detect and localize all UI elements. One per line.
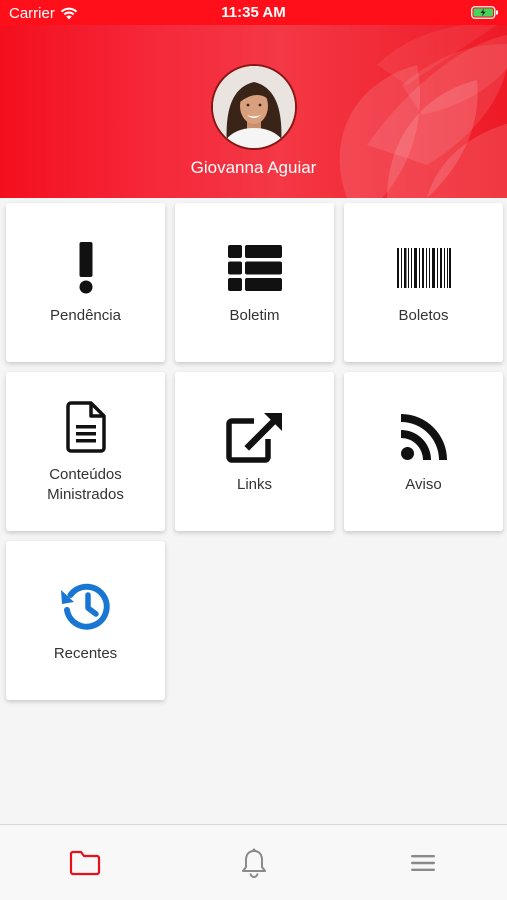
- menu-card-label: Aviso: [405, 475, 442, 493]
- bottom-nav: [0, 824, 507, 900]
- folder-icon: [69, 850, 100, 875]
- menu-card-pendencia[interactable]: Pendência: [6, 203, 165, 362]
- battery-charging-icon: [471, 6, 499, 24]
- status-time: 11:35 AM: [221, 4, 286, 21]
- app-screen: Carrier 11:35 AM Giovanna Aguiar Pendênc…: [0, 0, 507, 900]
- menu-card-boletim[interactable]: Boletim: [175, 203, 334, 362]
- menu-card-recentes[interactable]: Recentes: [6, 541, 165, 700]
- user-name: Giovanna Aguiar: [190, 158, 317, 177]
- menu-card-label: Links: [236, 475, 273, 493]
- grid-list-icon: [227, 240, 282, 296]
- nav-menu[interactable]: [393, 843, 453, 883]
- menu-card-label: Conteúdos Ministrados: [47, 465, 124, 503]
- status-bar: Carrier 11:35 AM: [0, 0, 507, 25]
- history-icon: [60, 578, 112, 634]
- nav-folder[interactable]: [55, 843, 115, 883]
- exclamation-icon: [76, 240, 96, 296]
- profile-header: Giovanna Aguiar: [0, 25, 507, 198]
- menu-card-label: Pendência: [50, 306, 121, 324]
- avatar[interactable]: [211, 64, 297, 150]
- menu-card-label: Boletim: [229, 306, 280, 324]
- menu-card-boletos[interactable]: Boletos: [344, 203, 503, 362]
- external-link-icon: [225, 409, 284, 465]
- bell-icon: [241, 848, 266, 878]
- menu-grid: Pendência Boletim Boletos Conteúdos Mini…: [6, 203, 503, 700]
- nav-notifications[interactable]: [224, 843, 284, 883]
- menu-card-links[interactable]: Links: [175, 372, 334, 531]
- menu-card-conteudos-ministrados[interactable]: Conteúdos Ministrados: [6, 372, 165, 531]
- menu-card-label: Boletos: [398, 306, 449, 324]
- barcode-icon: [396, 240, 451, 296]
- menu-card-aviso[interactable]: Aviso: [344, 372, 503, 531]
- menu-card-label: Recentes: [53, 644, 118, 662]
- avatar-photo: [213, 66, 295, 148]
- document-icon: [65, 399, 106, 455]
- rss-icon: [400, 409, 447, 465]
- menu-icon: [410, 854, 435, 871]
